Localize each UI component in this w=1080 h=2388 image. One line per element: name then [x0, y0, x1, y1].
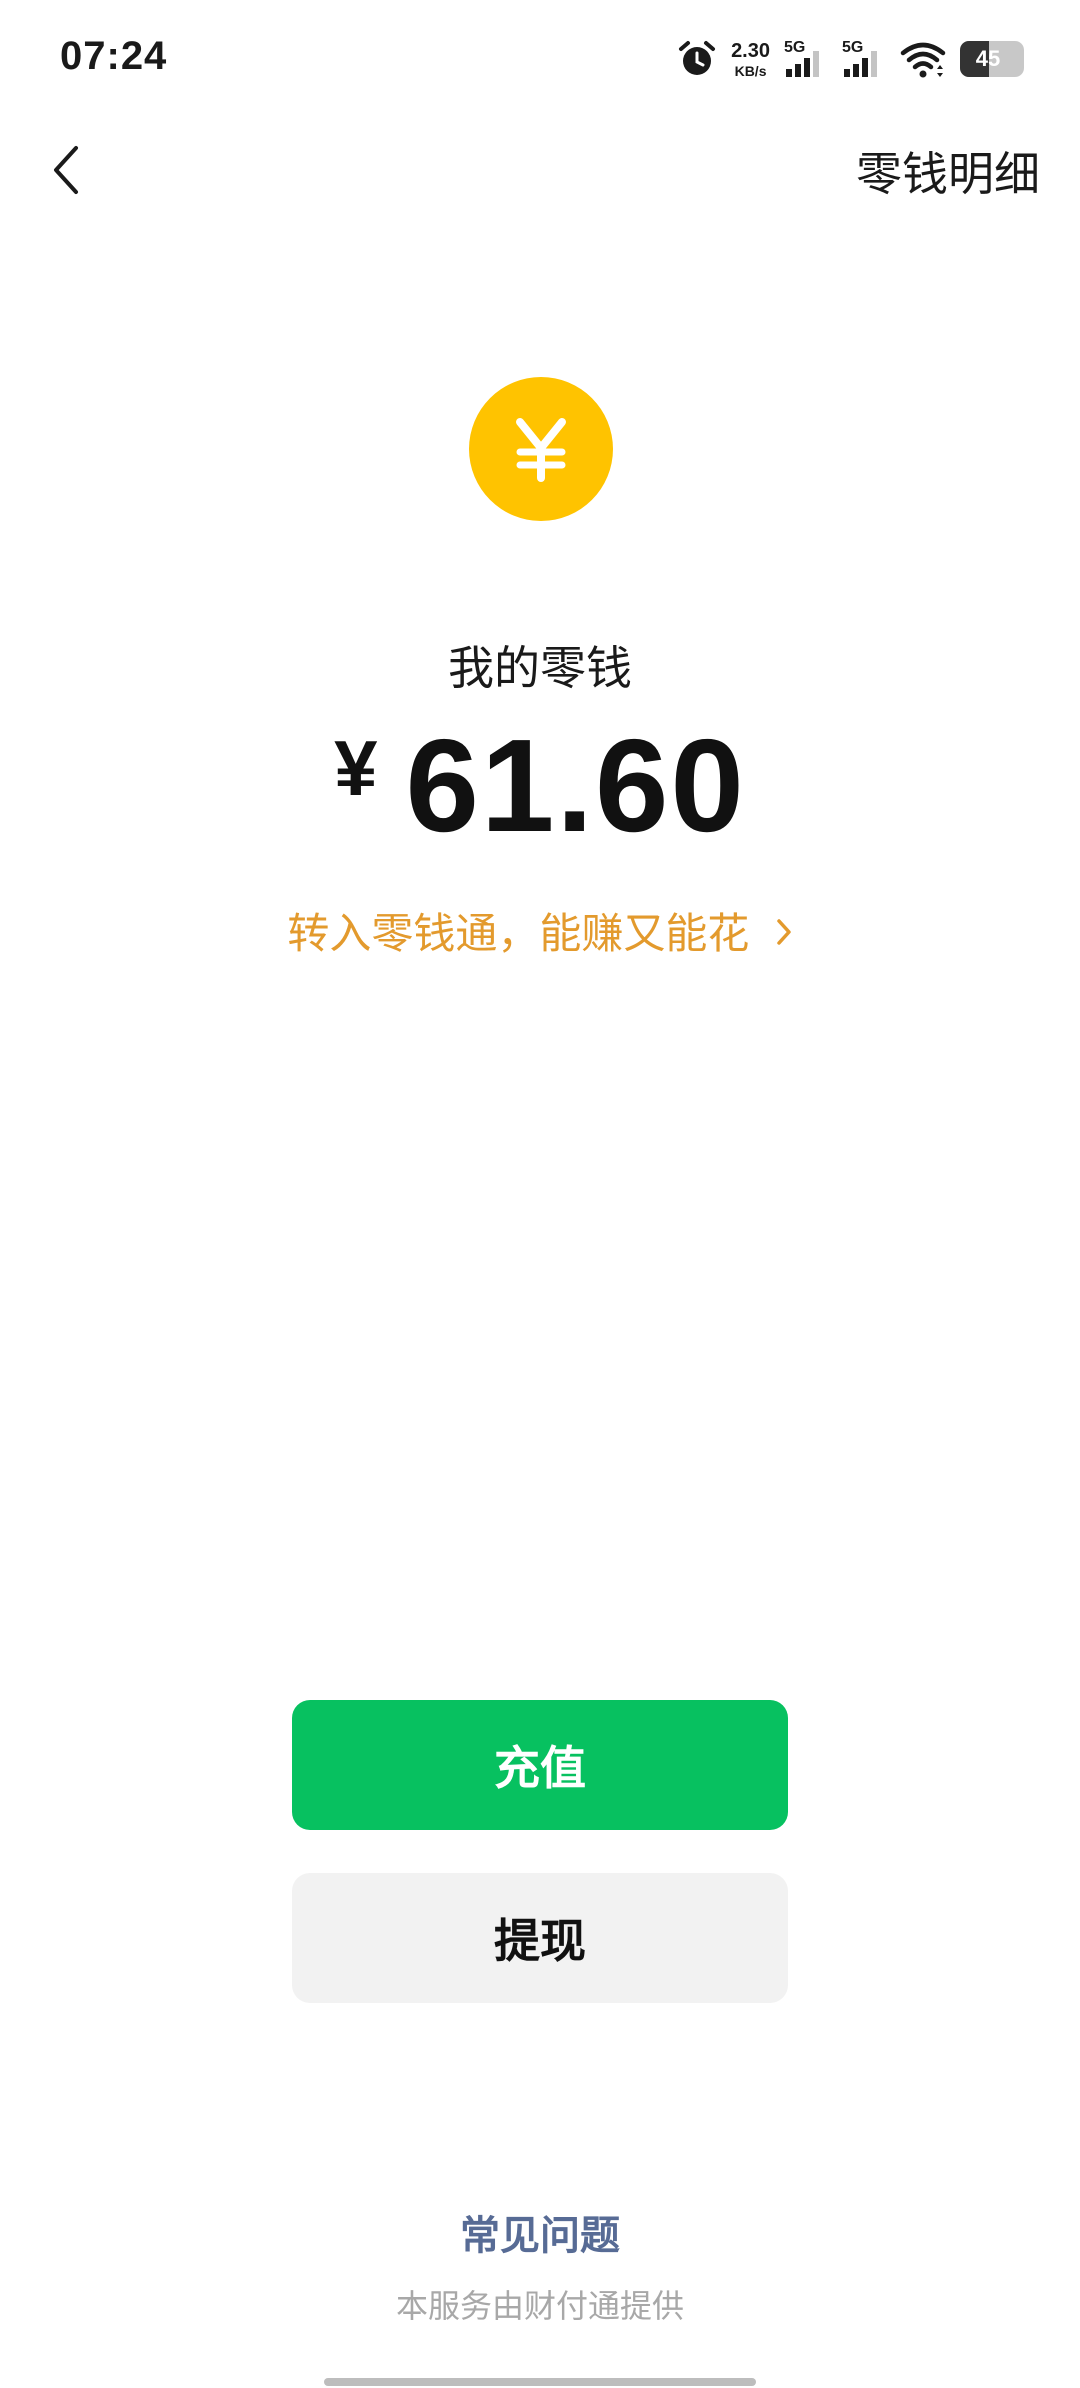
back-button[interactable] — [26, 130, 106, 210]
signal-sim2: 5G — [842, 39, 886, 79]
battery-indicator: 45 — [960, 41, 1024, 77]
promo-text: 转入零钱通，能赚又能花 — [287, 909, 750, 958]
status-bar: 07:24 2.30 KB/s 5G 5G 45 — [0, 0, 1080, 120]
network-speed-value: 2.30 — [731, 39, 770, 62]
faq-link[interactable]: 常见问题 — [0, 2203, 1080, 2261]
network-speed: 2.30 KB/s — [731, 41, 770, 78]
balance-amount: 61.60 — [405, 712, 746, 859]
network-speed-unit: KB/s — [734, 62, 767, 79]
currency-symbol: ¥ — [334, 724, 378, 812]
chevron-left-icon — [54, 146, 78, 194]
sim2-network-label: 5G — [842, 39, 864, 56]
wallet-title: 我的零钱 — [448, 641, 632, 695]
balance-display: ¥ 61.60 — [0, 710, 1080, 861]
signal-sim1: 5G — [784, 39, 828, 79]
sim1-network-label: 5G — [784, 39, 806, 56]
yuan-coin-icon — [469, 377, 613, 521]
home-indicator[interactable] — [324, 2378, 756, 2386]
status-time: 07:24 — [60, 34, 168, 78]
battery-level: 45 — [975, 46, 1001, 71]
lingqiantong-promo-link[interactable]: 转入零钱通，能赚又能花 — [0, 900, 1080, 961]
recharge-button[interactable]: 充值 — [292, 1700, 788, 1830]
status-icons: 2.30 KB/s 5G 5G 45 — [677, 34, 1024, 84]
wifi-icon — [900, 39, 946, 79]
service-provider-note: 本服务由财付通提供 — [395, 2287, 684, 2325]
withdraw-button[interactable]: 提现 — [292, 1873, 788, 2003]
alarm-clock-icon — [677, 39, 717, 79]
chevron-right-icon — [775, 908, 793, 957]
balance-details-link[interactable]: 零钱明细 — [856, 138, 1040, 204]
